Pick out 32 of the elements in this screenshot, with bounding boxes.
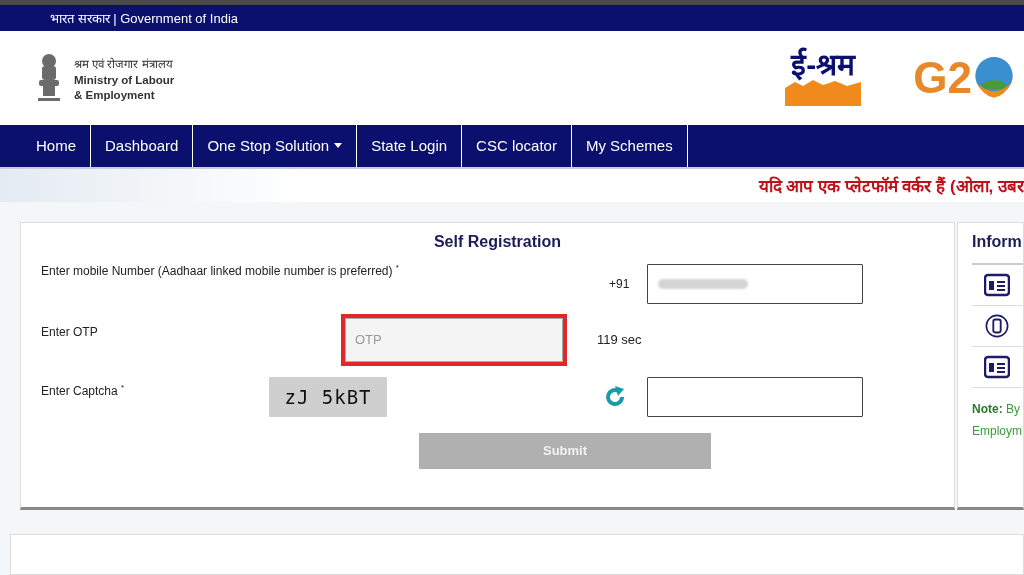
globe-lotus-icon bbox=[972, 56, 1016, 101]
field-label: Enter OTP bbox=[41, 323, 98, 339]
caret-icon bbox=[334, 143, 343, 149]
marquee-text: यदि आप एक प्लेटफॉर्म वर्कर हैं (ओला, उबर bbox=[758, 175, 1024, 197]
ministry-name: Ministry of Labour bbox=[74, 73, 175, 86]
nav-link[interactable]: My Schemes bbox=[571, 125, 688, 167]
mobile-field[interactable] bbox=[647, 263, 863, 304]
banner-icon bbox=[785, 80, 862, 107]
nav-link[interactable]: Dashboard bbox=[91, 125, 194, 167]
id-card-icon bbox=[984, 272, 1010, 297]
note-text: Note: By bbox=[972, 401, 1021, 416]
note-text: Employm bbox=[972, 423, 1023, 438]
nav-link[interactable]: Home bbox=[22, 125, 91, 167]
nav-link[interactable]: One Stop Solution bbox=[193, 125, 358, 167]
captcha-image: zJ 5kBT bbox=[269, 376, 387, 417]
government-label: भारत सरकार | Government of India bbox=[50, 10, 238, 28]
field-label: Enter mobile Number (Aadhaar linked mobile number is preferred) $^{*}$ bbox=[41, 261, 399, 278]
id-card-icon bbox=[984, 354, 1010, 379]
ministry-name: & Employment bbox=[74, 88, 156, 101]
field-label: Enter Captcha $^{*}$ bbox=[41, 381, 125, 398]
form-title: Self Registration bbox=[432, 232, 563, 251]
otp-timer: 119 sec bbox=[596, 332, 643, 348]
refresh-icon[interactable] bbox=[603, 384, 627, 409]
country-code: +91 bbox=[608, 276, 631, 291]
info-title: Inform bbox=[972, 232, 1023, 251]
g20-logo: G2 bbox=[913, 56, 972, 101]
ministry-hindi-name: श्रम एवं रोजगार मंत्रालय bbox=[74, 56, 174, 71]
captcha-field[interactable] bbox=[647, 376, 863, 417]
nav-link[interactable]: State Login bbox=[357, 125, 463, 167]
nav-link[interactable]: CSC locator bbox=[462, 125, 572, 167]
otp-field[interactable]: OTP bbox=[341, 313, 567, 366]
phone-icon bbox=[984, 313, 1010, 338]
